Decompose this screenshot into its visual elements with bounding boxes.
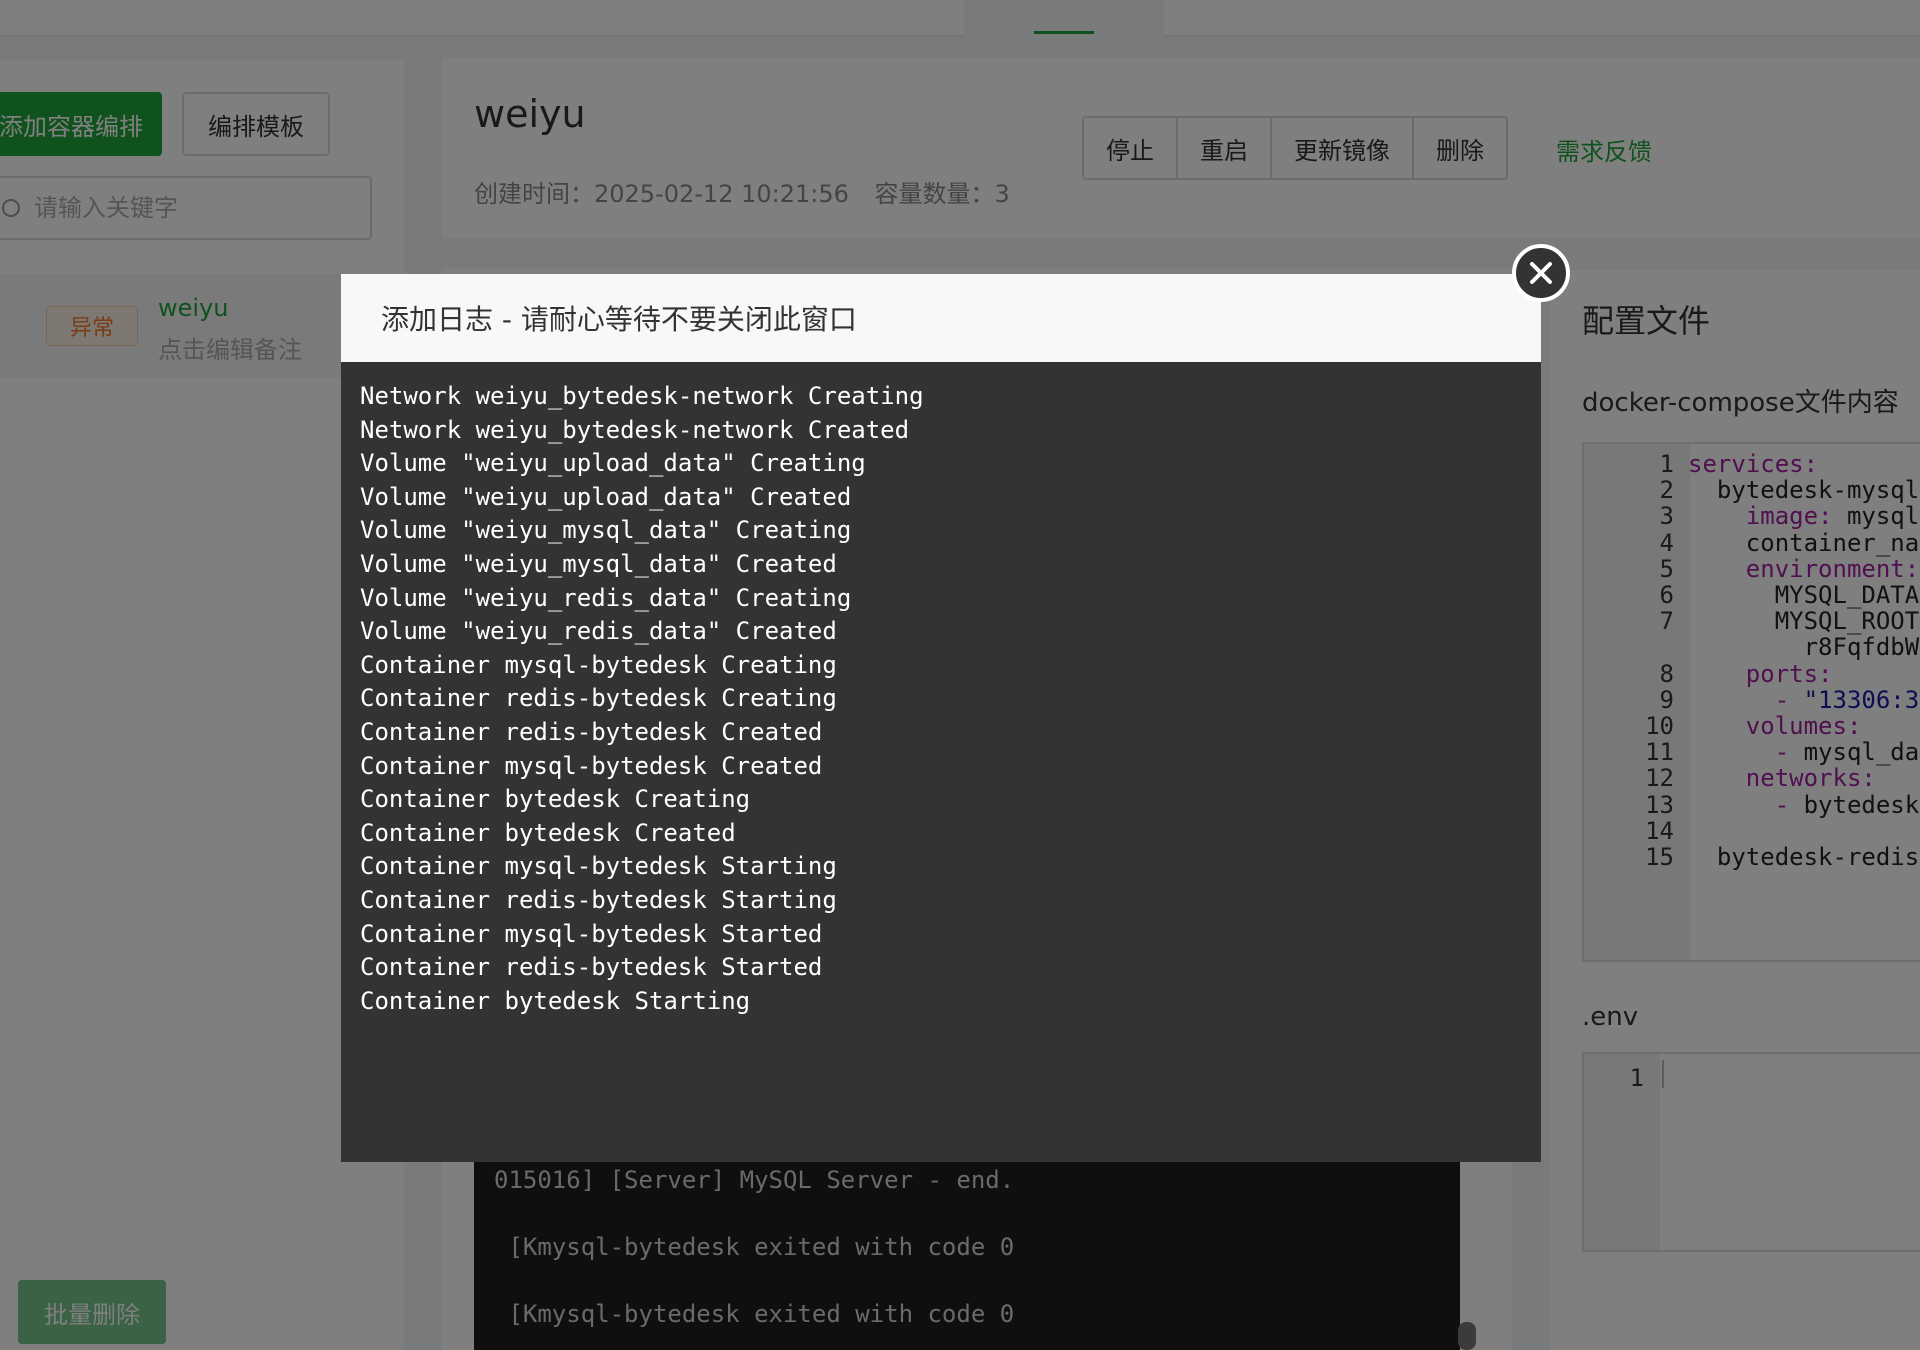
log-line: Container bytedesk Starting <box>360 986 751 1015</box>
log-line: Container bytedesk Creating <box>360 785 751 814</box>
log-line: Container redis-bytedesk Created <box>360 717 823 746</box>
log-line: Container bytedesk Created <box>360 818 736 847</box>
log-line: Container mysql-bytedesk Starting <box>360 852 837 881</box>
log-line: Container mysql-bytedesk Started <box>360 919 823 948</box>
log-line: Container redis-bytedesk Starting <box>360 885 837 914</box>
log-line: Volume "weiyu_mysql_data" Created <box>360 549 837 578</box>
log-line: Volume "weiyu_mysql_data" Creating <box>360 516 852 545</box>
log-line: Container redis-bytedesk Started <box>360 953 823 982</box>
log-line: Container redis-bytedesk Creating <box>360 684 837 713</box>
log-line: Network weiyu_bytedesk-network Creating <box>360 382 924 410</box>
close-icon <box>1530 262 1552 284</box>
modal-log: Network weiyu_bytedesk-network Creating N… <box>341 362 1541 1162</box>
log-line: Container mysql-bytedesk Created <box>360 751 823 780</box>
log-line: Network weiyu_bytedesk-network Created <box>360 415 910 444</box>
log-line: Volume "weiyu_redis_data" Created <box>360 617 837 646</box>
log-line: Volume "weiyu_redis_data" Creating <box>360 583 852 612</box>
log-line: Volume "weiyu_upload_data" Creating <box>360 449 866 478</box>
add-log-modal: 添加日志 - 请耐心等待不要关闭此窗口 Network weiyu_bytede… <box>341 274 1541 1162</box>
log-line: Container mysql-bytedesk Creating <box>360 650 837 679</box>
modal-close-button[interactable] <box>1512 244 1570 302</box>
log-line: Volume "weiyu_upload_data" Created <box>360 482 852 511</box>
modal-title: 添加日志 - 请耐心等待不要关闭此窗口 <box>341 274 1541 362</box>
